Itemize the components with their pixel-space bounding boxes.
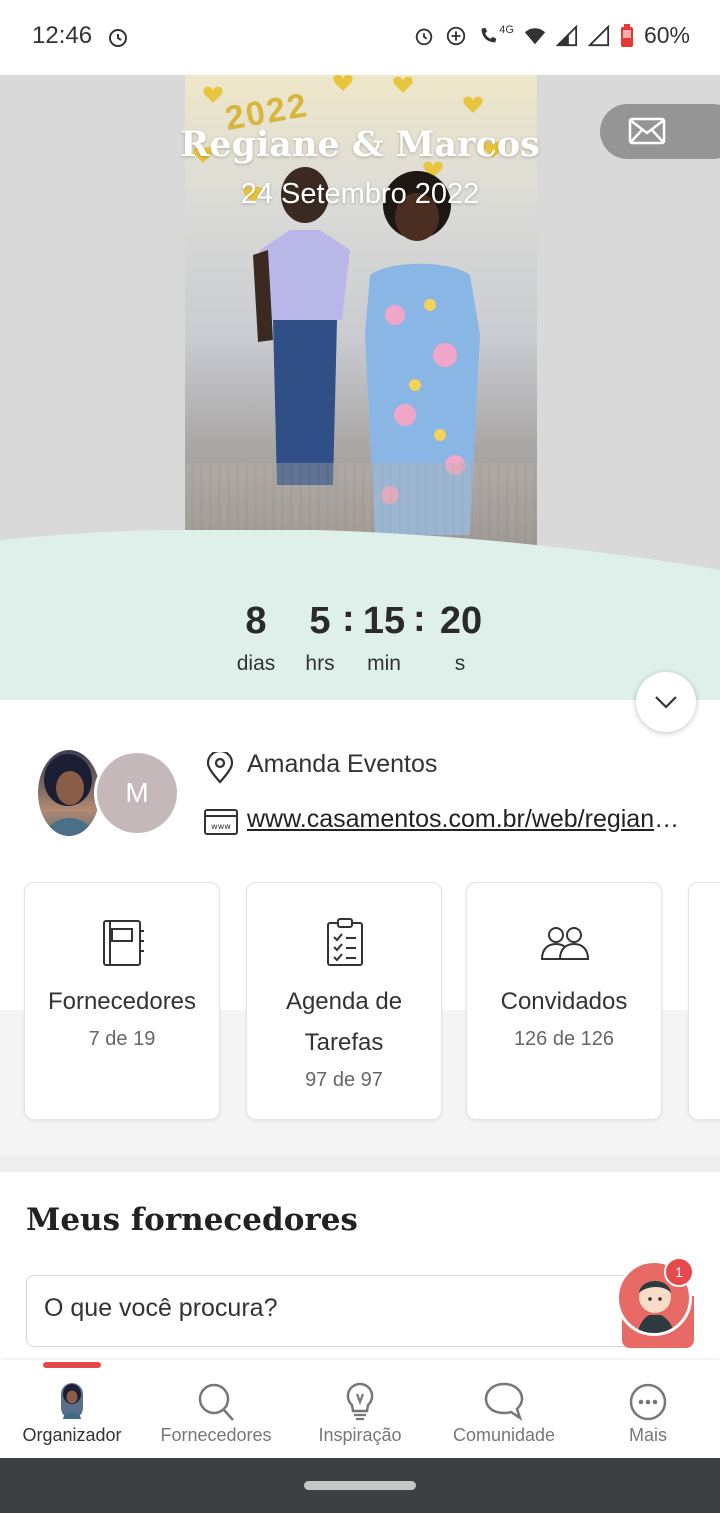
nav-label: Mais bbox=[628, 1425, 667, 1445]
status-icons: 4G 60% bbox=[413, 22, 690, 49]
location-pin-icon bbox=[206, 752, 234, 784]
card-count: 7 de 19 bbox=[88, 1028, 156, 1050]
battery-icon bbox=[620, 23, 633, 47]
countdown-seconds: 20 bbox=[439, 600, 483, 642]
signal-icon-2 bbox=[587, 24, 610, 46]
card-title: Convidados bbox=[500, 988, 628, 1015]
card-title-line2: Tarefas bbox=[304, 1029, 384, 1056]
section-title: Meus fornecedores bbox=[26, 1202, 358, 1238]
status-time: 12:46 bbox=[32, 22, 93, 49]
alarm-icon bbox=[109, 29, 127, 47]
signal-icon bbox=[555, 24, 578, 46]
wifi-call-icon bbox=[481, 27, 497, 42]
venue-name: Amanda Eventos bbox=[247, 750, 438, 778]
battery-level: 60% bbox=[643, 22, 690, 48]
notification-badge: 1 bbox=[664, 1257, 694, 1287]
alarm-icon bbox=[416, 28, 433, 45]
svg-text:www: www bbox=[211, 822, 231, 831]
countdown-days-label: dias bbox=[236, 652, 276, 675]
countdown: 8 dias 5 hrs : 15 min : 20 s bbox=[0, 598, 720, 700]
envelope-icon[interactable] bbox=[628, 117, 666, 145]
countdown-separator: : bbox=[413, 598, 426, 640]
search-placeholder: O que você procura? bbox=[44, 1294, 278, 1322]
avatar-photo-image bbox=[44, 754, 94, 836]
more-dots-icon bbox=[629, 1383, 667, 1421]
nav-item-organizador[interactable]: Organizador bbox=[0, 1380, 144, 1446]
countdown-minutes-label: min bbox=[367, 652, 401, 675]
notebook-icon bbox=[103, 920, 144, 966]
countdown-days: 8 bbox=[245, 600, 267, 642]
nav-item-inspiracao[interactable]: Inspiração bbox=[288, 1380, 432, 1446]
checklist-icon bbox=[327, 918, 363, 966]
wedding-date: 24 Setembro 2022 bbox=[240, 178, 480, 210]
card-fornecedores[interactable]: Fornecedores 7 de 19 bbox=[24, 882, 220, 1120]
website-icon: www bbox=[204, 809, 238, 835]
partner-avatar[interactable]: M bbox=[94, 750, 180, 836]
search-icon bbox=[198, 1383, 234, 1421]
nav-label: Organizador bbox=[22, 1425, 122, 1445]
home-gesture-handle[interactable] bbox=[304, 1481, 416, 1490]
countdown-hours: 5 bbox=[309, 600, 331, 642]
avatar[interactable] bbox=[38, 750, 100, 836]
nav-item-fornecedores[interactable]: Fornecedores bbox=[144, 1380, 288, 1446]
card-convidados[interactable]: Convidados 126 de 126 bbox=[466, 882, 662, 1120]
chevron-down-icon bbox=[655, 696, 677, 709]
section-divider bbox=[0, 1156, 720, 1172]
wifi-icon bbox=[524, 27, 546, 44]
countdown-seconds-label: s bbox=[454, 652, 466, 675]
countdown-hours-label: hrs bbox=[305, 652, 335, 675]
chat-bubble-icon bbox=[484, 1382, 524, 1422]
guests-icon bbox=[540, 927, 590, 960]
countdown-minutes: 15 bbox=[362, 600, 406, 642]
card-partial[interactable] bbox=[688, 882, 720, 1120]
countdown-separator: : bbox=[342, 598, 355, 640]
active-tab-indicator bbox=[43, 1362, 101, 1368]
data-saver-icon bbox=[447, 26, 466, 45]
card-count: 97 de 97 bbox=[305, 1069, 383, 1091]
card-count: 126 de 126 bbox=[513, 1028, 615, 1050]
website-link[interactable]: www.casamentos.com.br/web/regiane-e-marc… bbox=[247, 805, 692, 834]
lightbulb-icon bbox=[346, 1382, 374, 1421]
network-type: 4G bbox=[499, 23, 514, 36]
heart-logo-icon bbox=[336, 31, 384, 72]
profile-photo-icon bbox=[61, 1383, 83, 1419]
nav-label: Comunidade bbox=[452, 1425, 556, 1445]
nav-item-mais[interactable]: Mais bbox=[576, 1380, 720, 1446]
card-title: Agenda de bbox=[285, 988, 403, 1015]
nav-label: Inspiração bbox=[318, 1425, 402, 1445]
card-agenda-tarefas[interactable]: Agenda de Tarefas 97 de 97 bbox=[246, 882, 442, 1120]
nav-item-comunidade[interactable]: Comunidade bbox=[432, 1380, 576, 1446]
card-title: Fornecedores bbox=[47, 988, 197, 1015]
expand-button[interactable] bbox=[636, 672, 696, 732]
nav-label: Fornecedores bbox=[160, 1425, 272, 1445]
